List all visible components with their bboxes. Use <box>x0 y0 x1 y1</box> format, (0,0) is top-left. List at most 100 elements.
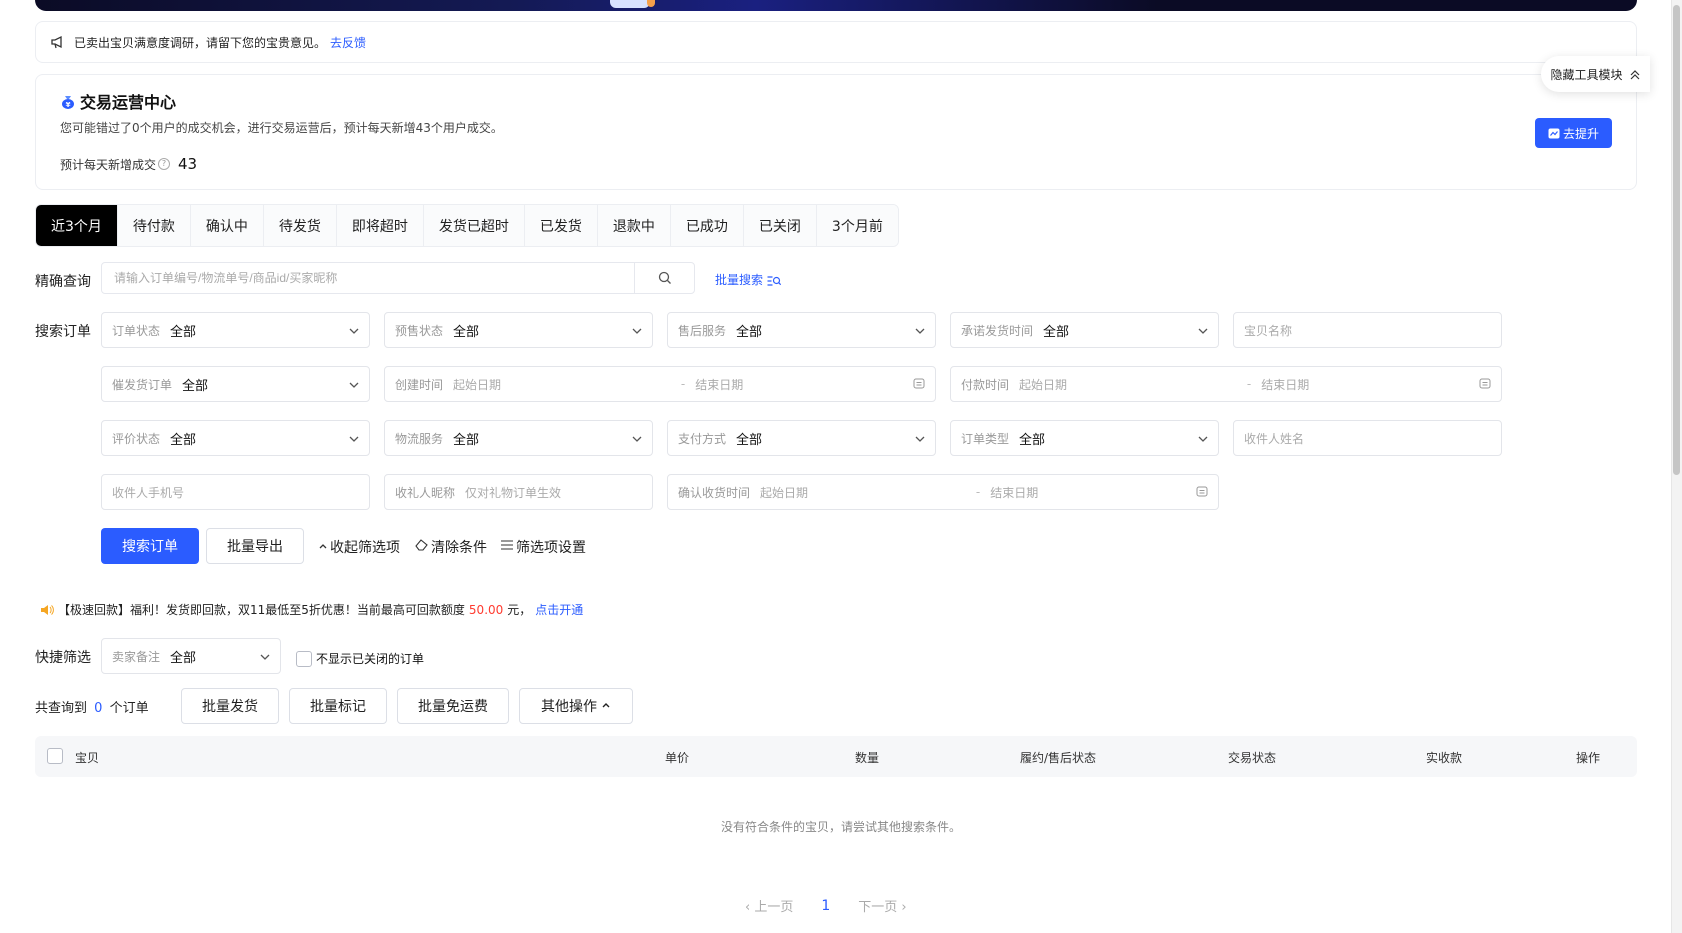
seller-note-value: 全部 <box>170 650 197 666</box>
seller-note-select[interactable]: 卖家备注 全部 <box>101 638 281 674</box>
promo-open-link[interactable]: 点击开通 <box>535 601 583 618</box>
create-time-range[interactable]: 创建时间 起始日期 - 结束日期 <box>384 366 936 402</box>
urge-order-label: 催发货订单 <box>112 377 173 392</box>
batch-search-link[interactable]: 批量搜索 <box>715 271 781 288</box>
pay-method-select[interactable]: 支付方式 全部 <box>667 420 936 456</box>
select-all-checkbox[interactable] <box>47 748 63 764</box>
after-sale-select[interactable]: 售后服务 全部 <box>667 312 936 348</box>
help-icon[interactable]: ? <box>158 158 171 170</box>
daily-deal-stat: 预计每天新增成交 ? 43 <box>60 155 197 173</box>
gift-receiver-nick-input[interactable]: 收礼人昵称 仅对礼物订单生效 <box>384 474 653 510</box>
confirm-receipt-time-start[interactable]: 起始日期 <box>760 484 966 501</box>
chevron-down-icon <box>1198 433 1208 443</box>
search-button[interactable] <box>634 263 694 293</box>
precise-search-box <box>101 262 695 294</box>
pay-time-end[interactable]: 结束日期 <box>1261 376 1479 393</box>
next-page-button[interactable]: 下一页 › <box>858 896 906 915</box>
create-time-label: 创建时间 <box>395 377 444 392</box>
feedback-link[interactable]: 去反馈 <box>330 34 366 51</box>
calendar-icon <box>1196 485 1208 500</box>
urge-order-select[interactable]: 催发货订单 全部 <box>101 366 370 402</box>
logistics-service-select[interactable]: 物流服务 全部 <box>384 420 653 456</box>
collapse-filters-button[interactable]: 收起筛选项 <box>318 537 400 557</box>
promo-text: 【极速回款】福利！发货即回款，双11最低至5折优惠！当前最高可回款额度 <box>58 603 465 617</box>
create-time-start[interactable]: 起始日期 <box>453 376 671 393</box>
order-status-select[interactable]: 订单状态 全部 <box>101 312 370 348</box>
filter-settings-label: 筛选项设置 <box>516 540 586 556</box>
scrollbar-thumb[interactable] <box>1673 5 1680 475</box>
tab-before-3-months[interactable]: 3个月前 <box>816 205 898 246</box>
chevron-down-icon <box>632 325 642 335</box>
pay-time-start[interactable]: 起始日期 <box>1019 376 1237 393</box>
batch-search-label: 批量搜索 <box>715 273 764 287</box>
pay-method-value: 全部 <box>736 432 763 448</box>
chevron-down-icon <box>915 325 925 335</box>
calendar-icon <box>913 377 925 392</box>
improve-button[interactable]: 去提升 <box>1535 118 1612 148</box>
svg-text:¥: ¥ <box>66 101 71 109</box>
confirm-receipt-time-end[interactable]: 结束日期 <box>990 484 1196 501</box>
batch-free-shipping-button[interactable]: 批量免运费 <box>397 688 509 724</box>
order-type-select[interactable]: 订单类型 全部 <box>950 420 1219 456</box>
precise-search-input[interactable] <box>102 263 634 293</box>
item-name-input[interactable]: 宝贝名称 <box>1233 312 1502 348</box>
chevron-up-icon <box>601 698 611 714</box>
top-banner <box>35 0 1637 11</box>
tab-about-to-timeout[interactable]: 即将超时 <box>336 205 424 246</box>
summary-prefix: 共查询到 <box>35 701 88 716</box>
list-search-icon <box>767 273 781 287</box>
create-time-end[interactable]: 结束日期 <box>695 376 913 393</box>
receiver-phone-input[interactable]: 收件人手机号 <box>101 474 370 510</box>
receiver-phone-placeholder: 收件人手机号 <box>112 485 185 500</box>
urge-order-value: 全部 <box>182 378 209 394</box>
order-type-label: 订单类型 <box>961 431 1010 446</box>
confirm-receipt-time-range[interactable]: 确认收货时间 起始日期 - 结束日期 <box>667 474 1219 510</box>
hide-tool-module-button[interactable]: 隐藏工具模块 <box>1541 56 1650 92</box>
item-name-placeholder: 宝贝名称 <box>1244 323 1293 338</box>
megaphone-icon <box>50 35 66 50</box>
presale-status-select[interactable]: 预售状态 全部 <box>384 312 653 348</box>
tab-refunding[interactable]: 退款中 <box>597 205 671 246</box>
tab-pending-shipment[interactable]: 待发货 <box>263 205 337 246</box>
order-status-tabs: 近3个月 待付款 确认中 待发货 即将超时 发货已超时 已发货 退款中 已成功 … <box>35 204 899 247</box>
logistics-service-value: 全部 <box>453 432 480 448</box>
receiver-name-input[interactable]: 收件人姓名 <box>1233 420 1502 456</box>
batch-ship-button[interactable]: 批量发货 <box>181 688 279 724</box>
filter-settings-button[interactable]: 筛选项设置 <box>500 537 586 557</box>
after-sale-label: 售后服务 <box>678 323 727 338</box>
tab-shipment-overdue[interactable]: 发货已超时 <box>423 205 525 246</box>
col-trade-status: 交易状态 <box>1228 751 1277 765</box>
calendar-icon <box>1479 377 1491 392</box>
tab-closed[interactable]: 已关闭 <box>743 205 817 246</box>
tab-recent-3-months[interactable]: 近3个月 <box>36 205 118 246</box>
pay-time-range[interactable]: 付款时间 起始日期 - 结束日期 <box>950 366 1502 402</box>
tab-confirming[interactable]: 确认中 <box>190 205 264 246</box>
tab-succeeded[interactable]: 已成功 <box>670 205 744 246</box>
current-page[interactable]: 1 <box>821 898 830 914</box>
chevron-down-icon <box>349 379 359 389</box>
menu-lines-icon <box>500 539 514 555</box>
prev-page-button[interactable]: ‹ 上一页 <box>745 896 793 915</box>
chevron-down-icon <box>915 433 925 443</box>
hide-closed-checkbox[interactable] <box>296 650 312 667</box>
search-orders-button[interactable]: 搜索订单 <box>101 528 199 564</box>
stat-value: 43 <box>178 155 198 173</box>
review-status-select[interactable]: 评价状态 全部 <box>101 420 370 456</box>
center-description: 您可能错过了0个用户的成交机会，进行交易运营后，预计每天新增43个用户成交。 <box>60 121 503 135</box>
speaker-icon <box>40 603 54 617</box>
hide-closed-orders-option[interactable]: 不显示已关闭的订单 <box>296 650 424 667</box>
promise-ship-time-select[interactable]: 承诺发货时间 全部 <box>950 312 1219 348</box>
clear-conditions-button[interactable]: 清除条件 <box>415 537 487 557</box>
review-status-label: 评价状态 <box>112 431 161 446</box>
tab-pending-payment[interactable]: 待付款 <box>117 205 191 246</box>
tab-shipped[interactable]: 已发货 <box>524 205 598 246</box>
other-actions-button[interactable]: 其他操作 <box>519 688 633 724</box>
batch-mark-button[interactable]: 批量标记 <box>289 688 387 724</box>
col-unit-price: 单价 <box>665 751 690 765</box>
presale-status-label: 预售状态 <box>395 323 444 338</box>
order-type-value: 全部 <box>1019 432 1046 448</box>
col-fulfillment-status: 履约/售后状态 <box>1020 751 1097 765</box>
batch-export-button[interactable]: 批量导出 <box>206 528 304 564</box>
precise-query-label: 精确查询 <box>35 274 91 290</box>
order-status-value: 全部 <box>170 324 197 340</box>
